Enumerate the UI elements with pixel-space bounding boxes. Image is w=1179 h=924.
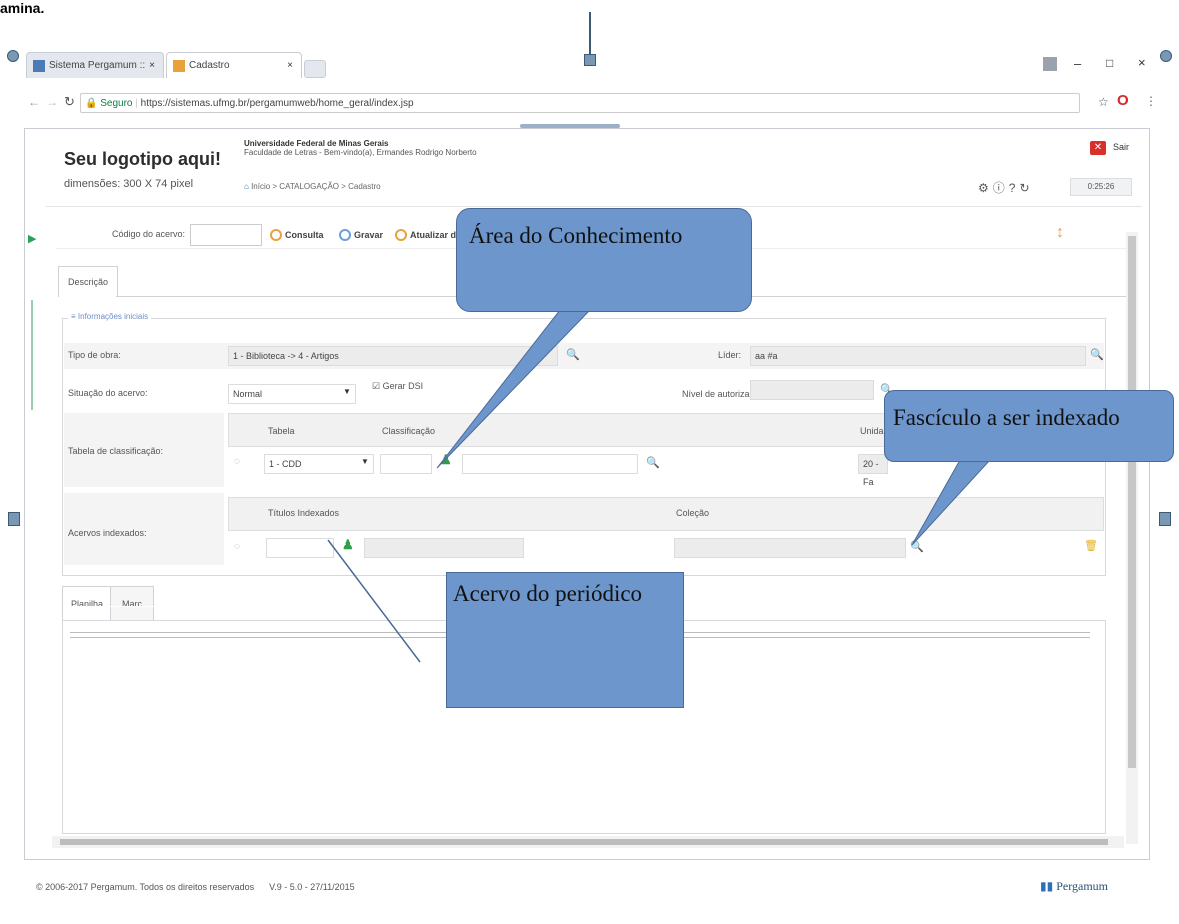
callout-tail-area — [436, 309, 592, 469]
callout-tails — [327, 309, 992, 663]
callout-fasciculo: Fascículo a ser indexado — [884, 390, 1174, 462]
callout-tail-fasciculo — [911, 459, 992, 546]
callout-line-acervo — [327, 539, 421, 663]
callout-acervo-periodico: Acervo do periódico — [446, 572, 684, 708]
callout-area-conhecimento: Área do Conhecimento — [456, 208, 752, 312]
